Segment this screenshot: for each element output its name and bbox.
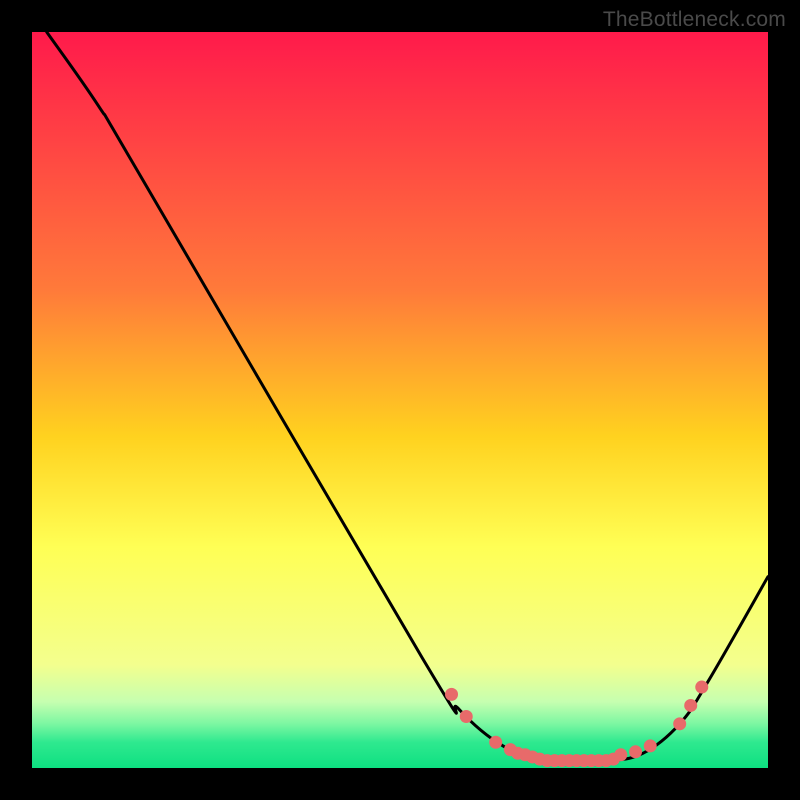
data-marker: [614, 748, 627, 761]
data-marker: [460, 710, 473, 723]
data-marker: [445, 688, 458, 701]
chart-stage: TheBottleneck.com: [0, 0, 800, 800]
chart-plot-area: [32, 32, 768, 768]
data-marker: [684, 699, 697, 712]
data-marker: [629, 745, 642, 758]
chart-svg: [32, 32, 768, 768]
data-marker: [695, 681, 708, 694]
data-marker: [673, 717, 686, 730]
data-marker: [644, 739, 657, 752]
chart-gradient-bg: [32, 32, 768, 768]
data-marker: [489, 736, 502, 749]
watermark-text: TheBottleneck.com: [603, 8, 786, 32]
